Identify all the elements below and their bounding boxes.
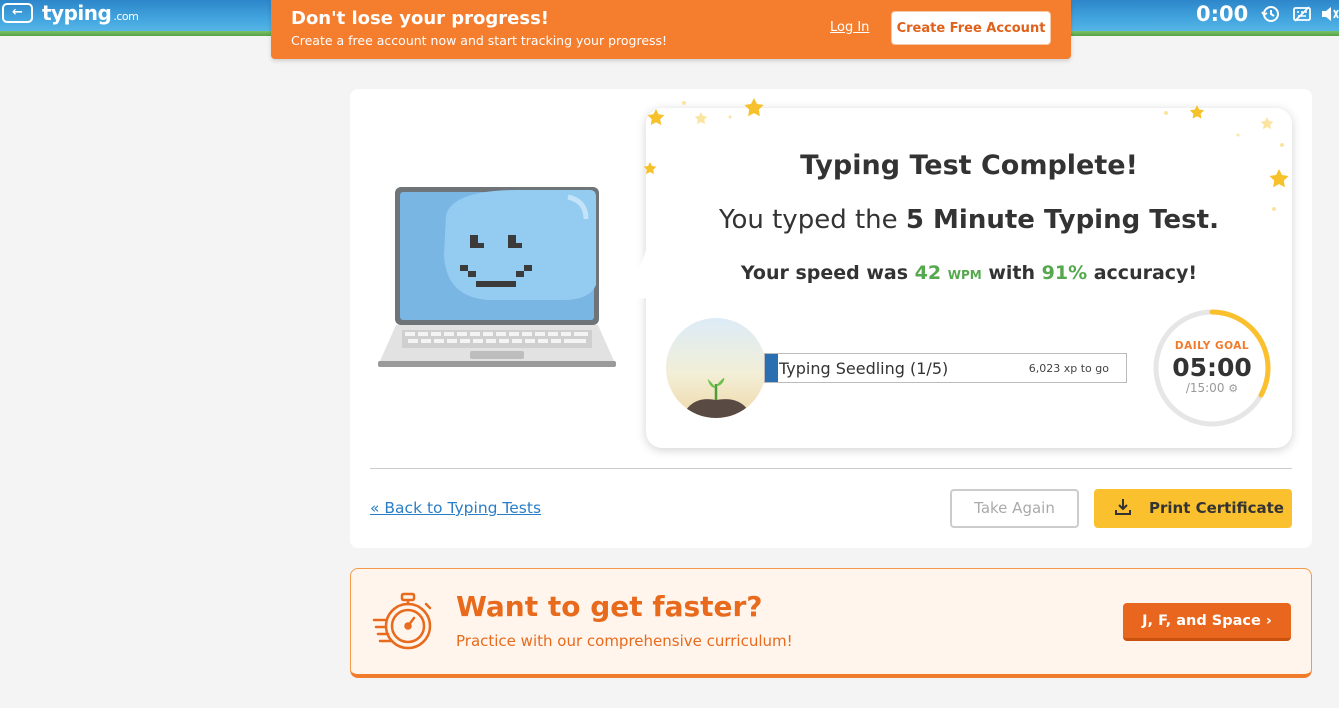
daily-goal-total-text: /15:00	[1185, 381, 1225, 395]
daily-goal-label: DAILY GOAL	[1174, 340, 1250, 352]
gear-icon[interactable]: ⚙	[1228, 382, 1238, 395]
speed-prefix: Your speed was	[740, 262, 915, 284]
speed-mid: with	[981, 262, 1042, 284]
typed-test-line: You typed the 5 Minute Typing Test.	[646, 205, 1292, 235]
back-to-tests-link[interactable]: « Back to Typing Tests	[370, 499, 541, 517]
speed-suffix: accuracy!	[1087, 262, 1198, 284]
login-link[interactable]: Log In	[830, 20, 869, 35]
take-again-button[interactable]: Take Again	[950, 489, 1079, 528]
logo-main: typing	[42, 1, 112, 25]
logo[interactable]: typing .com	[42, 1, 139, 25]
seedling-level-icon	[666, 318, 766, 418]
test-complete-title: Typing Test Complete!	[800, 150, 1138, 181]
hide-keyboard-icon[interactable]	[1292, 4, 1312, 28]
daily-goal-total: /15:00 ⚙	[1151, 381, 1273, 395]
logo-suffix: .com	[113, 10, 139, 23]
typed-prefix: You typed the	[719, 205, 906, 235]
daily-goal-time: 05:00	[1172, 353, 1252, 382]
laptop-mascot-illustration	[378, 185, 616, 379]
xp-to-go: 6,023 xp to go	[1028, 362, 1109, 375]
accuracy-value: 91%	[1041, 262, 1088, 284]
print-certificate-button[interactable]: Print Certificate	[1094, 489, 1292, 528]
promo-subtitle: Create a free account now and start trac…	[291, 33, 668, 48]
stopwatch-icon	[372, 592, 432, 650]
wpm-value: 42	[914, 262, 942, 284]
level-progress-bar: Typing Seedling (1/5) 6,023 xp to go	[764, 353, 1127, 383]
divider	[370, 468, 1292, 469]
promo-title: Don't lose your progress!	[291, 8, 550, 29]
timer: 0:00	[1196, 2, 1249, 26]
level-progress-fill	[765, 354, 778, 382]
print-certificate-label: Print Certificate	[1149, 499, 1284, 517]
faster-title: Want to get faster?	[456, 590, 763, 623]
signup-promo-banner: Don't lose your progress! Create a free …	[271, 0, 1071, 59]
back-button[interactable]: ←	[2, 3, 33, 23]
level-label: Typing Seedling (1/5)	[779, 359, 949, 378]
wpm-unit: WPM	[947, 268, 982, 282]
speed-summary: Your speed was 42 WPM with 91% accuracy!	[646, 262, 1292, 284]
sound-icon[interactable]	[1320, 4, 1339, 28]
history-icon[interactable]	[1261, 4, 1281, 28]
faster-subtitle: Practice with our comprehensive curricul…	[456, 632, 793, 650]
create-account-button[interactable]: Create Free Account	[891, 11, 1051, 45]
test-name: 5 Minute Typing Test.	[905, 205, 1219, 235]
next-lesson-button[interactable]: J, F, and Space ›	[1123, 603, 1291, 641]
download-icon	[1115, 499, 1131, 515]
